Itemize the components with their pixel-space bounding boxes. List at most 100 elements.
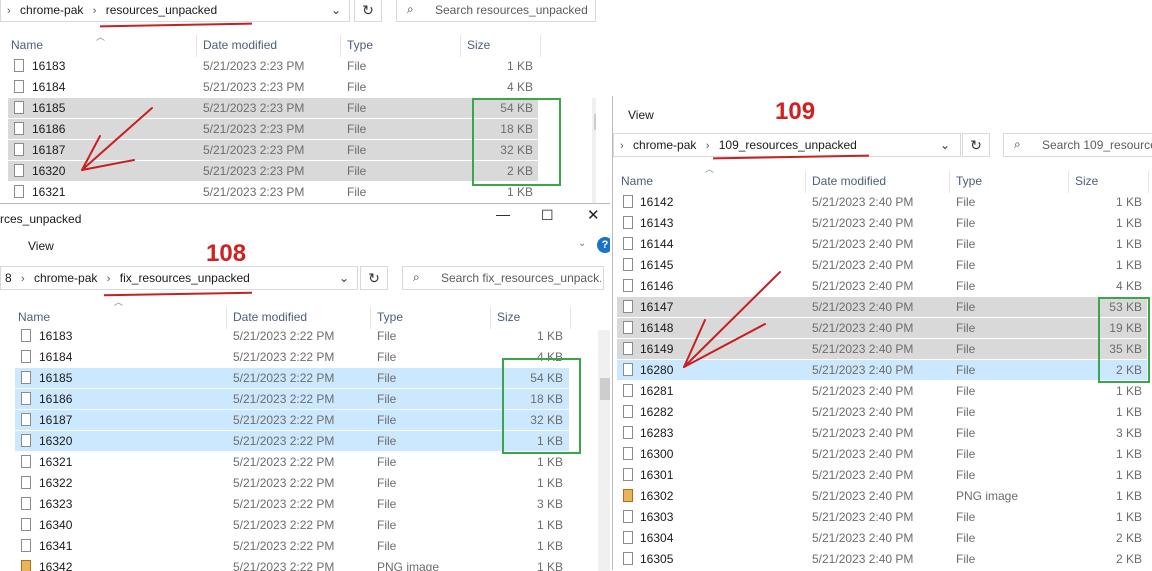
- file-row[interactable]: 16283 5/21/2023 2:40 PM File 3 KB: [617, 423, 1147, 444]
- maximize-button[interactable]: ☐: [541, 207, 554, 224]
- breadcrumb-current-folder[interactable]: resources_unpacked: [106, 3, 217, 17]
- scrollbar-thumb[interactable]: [600, 378, 610, 400]
- column-header-date[interactable]: Date modified: [203, 38, 277, 52]
- breadcrumb-chrome-pak[interactable]: chrome-pak: [633, 138, 696, 152]
- file-row[interactable]: 16183 5/21/2023 2:22 PM File 1 KB: [15, 326, 569, 347]
- file-row[interactable]: 16322 5/21/2023 2:22 PM File 1 KB: [15, 473, 569, 494]
- chevron-down-icon[interactable]: ⌄: [339, 267, 349, 289]
- column-header-size[interactable]: Size: [1075, 174, 1098, 188]
- breadcrumb-current-folder[interactable]: fix_resources_unpacked: [120, 271, 250, 285]
- file-icon: [623, 405, 633, 418]
- file-row[interactable]: 16321 5/21/2023 2:22 PM File 1 KB: [15, 452, 569, 473]
- breadcrumb-chrome-pak[interactable]: chrome-pak: [20, 3, 83, 17]
- file-type: File: [956, 510, 976, 524]
- file-row[interactable]: 16281 5/21/2023 2:40 PM File 1 KB: [617, 381, 1147, 402]
- file-row[interactable]: 16149 5/21/2023 2:40 PM File 35 KB: [617, 339, 1147, 360]
- file-name: 16342: [39, 560, 73, 571]
- file-row[interactable]: 16282 5/21/2023 2:40 PM File 1 KB: [617, 402, 1147, 423]
- scrollbar[interactable]: [598, 330, 610, 571]
- column-header-type[interactable]: Type: [377, 310, 403, 324]
- column-header-row: Name Date modified Type Size: [0, 33, 596, 57]
- file-type: File: [956, 321, 976, 335]
- address-bar[interactable]: 8 › chrome-pak › fix_resources_unpacked …: [0, 266, 358, 290]
- file-row[interactable]: 16342 5/21/2023 2:22 PM PNG image 1 KB: [15, 557, 569, 571]
- file-row[interactable]: 16321 5/21/2023 2:23 PM File 1 KB: [8, 182, 538, 203]
- refresh-button[interactable]: ↻: [354, 0, 382, 22]
- column-header-name[interactable]: Name: [621, 174, 653, 188]
- file-row[interactable]: 16146 5/21/2023 2:40 PM File 4 KB: [617, 276, 1147, 297]
- help-icon[interactable]: ?: [597, 237, 610, 253]
- file-row[interactable]: 16142 5/21/2023 2:40 PM File 1 KB: [617, 192, 1147, 213]
- search-input[interactable]: ⌕ Search fix_resources_unpack...: [402, 266, 604, 290]
- file-row[interactable]: 16340 5/21/2023 2:22 PM File 1 KB: [15, 515, 569, 536]
- column-header-size[interactable]: Size: [467, 38, 490, 52]
- ribbon-tab-view[interactable]: View: [628, 108, 654, 122]
- file-size: 1 KB: [1115, 258, 1142, 272]
- file-type: File: [377, 434, 397, 448]
- file-type: File: [377, 497, 397, 511]
- column-header-type[interactable]: Type: [347, 38, 373, 52]
- file-name: 16144: [640, 237, 674, 251]
- close-button[interactable]: ✕: [587, 206, 600, 224]
- address-bar[interactable]: › chrome-pak › 109_resources_unpacked ⌄: [613, 133, 961, 157]
- file-row[interactable]: 16301 5/21/2023 2:40 PM File 1 KB: [617, 465, 1147, 486]
- file-row[interactable]: 16304 5/21/2023 2:40 PM File 2 KB: [617, 528, 1147, 549]
- file-row[interactable]: 16145 5/21/2023 2:40 PM File 1 KB: [617, 255, 1147, 276]
- file-icon: [623, 321, 633, 334]
- file-name: 16146: [640, 279, 674, 293]
- file-row[interactable]: 16184 5/21/2023 2:22 PM File 4 KB: [15, 347, 569, 368]
- file-row[interactable]: 16148 5/21/2023 2:40 PM File 19 KB: [617, 318, 1147, 339]
- file-row[interactable]: 16320 5/21/2023 2:22 PM File 1 KB: [15, 431, 569, 452]
- minimize-button[interactable]: —: [496, 206, 510, 222]
- file-icon: [21, 476, 31, 489]
- file-row[interactable]: 16147 5/21/2023 2:40 PM File 53 KB: [617, 297, 1147, 318]
- column-header-date[interactable]: Date modified: [233, 310, 307, 324]
- chevron-down-icon[interactable]: ⌄: [940, 134, 950, 156]
- file-row[interactable]: 16320 5/21/2023 2:23 PM File 2 KB: [8, 161, 538, 182]
- column-header-date[interactable]: Date modified: [812, 174, 886, 188]
- ribbon-tab-view[interactable]: View: [28, 239, 54, 253]
- scrollbar-thumb[interactable]: [594, 114, 596, 130]
- column-header-type[interactable]: Type: [956, 174, 982, 188]
- file-row[interactable]: 16185 5/21/2023 2:23 PM File 54 KB: [8, 98, 538, 119]
- file-row[interactable]: 16280 5/21/2023 2:40 PM File 2 KB: [617, 360, 1147, 381]
- chevron-right-icon: ›: [705, 140, 710, 152]
- file-row[interactable]: 16183 5/21/2023 2:23 PM File 1 KB: [8, 56, 538, 77]
- chevron-down-icon[interactable]: ⌄: [331, 0, 341, 21]
- file-name: 16340: [39, 518, 73, 532]
- file-name: 16321: [32, 185, 66, 199]
- file-icon: [21, 413, 31, 426]
- file-icon: [21, 455, 31, 468]
- file-row[interactable]: 16300 5/21/2023 2:40 PM File 1 KB: [617, 444, 1147, 465]
- breadcrumb-truncated[interactable]: 8: [5, 271, 12, 285]
- search-input[interactable]: ⌕ Search resources_unpacked: [396, 0, 596, 22]
- file-row[interactable]: 16186 5/21/2023 2:22 PM File 18 KB: [15, 389, 569, 410]
- file-row[interactable]: 16323 5/21/2023 2:22 PM File 3 KB: [15, 494, 569, 515]
- file-row[interactable]: 16187 5/21/2023 2:22 PM File 32 KB: [15, 410, 569, 431]
- refresh-button[interactable]: ↻: [360, 266, 388, 290]
- file-row[interactable]: 16303 5/21/2023 2:40 PM File 1 KB: [617, 507, 1147, 528]
- column-header-size[interactable]: Size: [497, 310, 520, 324]
- file-row[interactable]: 16144 5/21/2023 2:40 PM File 1 KB: [617, 234, 1147, 255]
- file-row[interactable]: 16184 5/21/2023 2:23 PM File 4 KB: [8, 77, 538, 98]
- breadcrumb-current-folder[interactable]: 109_resources_unpacked: [719, 138, 857, 152]
- file-date: 5/21/2023 2:40 PM: [812, 447, 914, 461]
- refresh-button[interactable]: ↻: [962, 133, 990, 157]
- column-header-name[interactable]: Name: [11, 38, 43, 52]
- breadcrumb-chrome-pak[interactable]: chrome-pak: [34, 271, 97, 285]
- search-input[interactable]: ⌕ Search 109_resources_unpacked: [1003, 133, 1152, 157]
- chevron-down-icon[interactable]: ⌄: [578, 238, 586, 249]
- file-row[interactable]: 16302 5/21/2023 2:40 PM PNG image 1 KB: [617, 486, 1147, 507]
- file-name: 16282: [640, 405, 674, 419]
- file-row[interactable]: 16305 5/21/2023 2:40 PM File 2 KB: [617, 549, 1147, 570]
- file-date: 5/21/2023 2:40 PM: [812, 531, 914, 545]
- search-icon: ⌕: [1014, 137, 1021, 151]
- column-header-name[interactable]: Name: [18, 310, 50, 324]
- file-row[interactable]: 16341 5/21/2023 2:22 PM File 1 KB: [15, 536, 569, 557]
- file-row[interactable]: 16185 5/21/2023 2:22 PM File 54 KB: [15, 368, 569, 389]
- file-row[interactable]: 16186 5/21/2023 2:23 PM File 18 KB: [8, 119, 538, 140]
- file-icon: [14, 59, 24, 72]
- address-bar[interactable]: › chrome-pak › resources_unpacked ⌄: [0, 0, 350, 22]
- file-row[interactable]: 16187 5/21/2023 2:23 PM File 32 KB: [8, 140, 538, 161]
- file-row[interactable]: 16143 5/21/2023 2:40 PM File 1 KB: [617, 213, 1147, 234]
